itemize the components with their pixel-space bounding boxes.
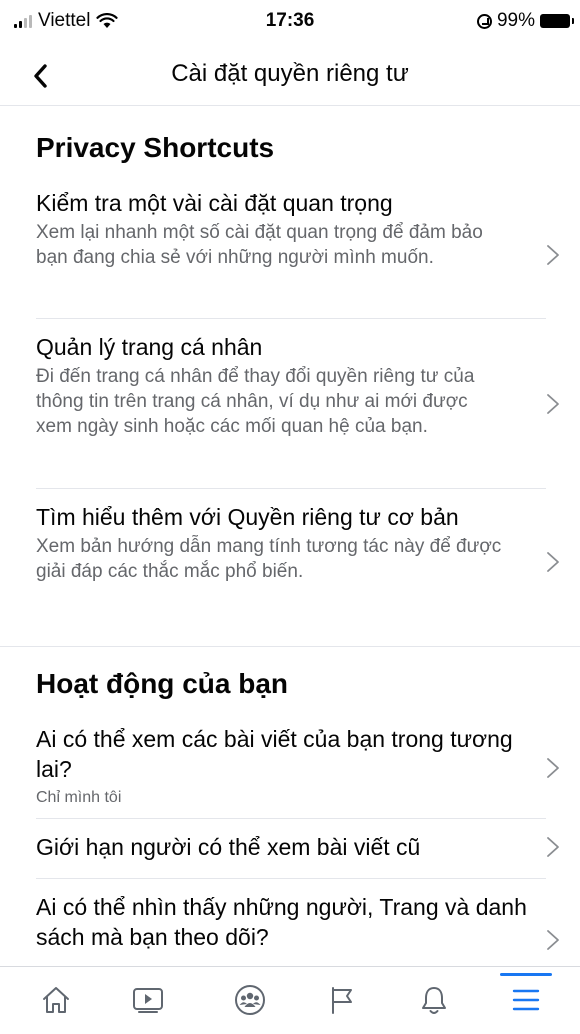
notifications-bell-icon [422,987,446,1014]
groups-icon [235,985,265,1015]
tab-pages[interactable] [312,975,372,1025]
item-title: Ai có thể xem các bài viết của bạn trong… [36,726,513,782]
item-title: Kiểm tra một vài cài đặt quan trọng [36,190,393,216]
tab-menu[interactable] [496,973,556,1025]
battery-percent: 99% [496,10,535,31]
chevron-right-icon [547,245,559,265]
item-check-important-settings[interactable]: Kiểm tra một vài cài đặt quan trọng Xem … [36,188,559,270]
nav-bar: Cài đặt quyền riêng tư [0,44,580,106]
page-title: Cài đặt quyền riêng tư [171,60,409,87]
active-tab-indicator [500,973,552,976]
settings-content[interactable]: Privacy Shortcuts Kiểm tra một vài cài đ… [0,106,580,966]
status-right: 99% [476,10,574,32]
item-description: Xem bản hướng dẫn mang tính tương tác nà… [36,536,502,582]
chevron-right-icon [547,837,559,857]
divider [36,318,546,319]
item-title: Tìm hiểu thêm với Quyền riêng tư cơ bản [36,504,459,530]
item-title: Quản lý trang cá nhân [36,334,263,360]
item-who-sees-following[interactable]: Ai có thể nhìn thấy những người, Trang v… [36,892,559,952]
section-divider [0,646,580,647]
divider [36,488,546,489]
tab-groups[interactable] [220,975,280,1025]
watch-icon [133,988,163,1013]
chevron-right-icon [547,552,559,572]
item-description: Xem lại nhanh một số cài đặt quan trọng … [36,222,483,268]
item-description: Đi đến trang cá nhân để thay đổi quyền r… [36,366,475,437]
tab-home[interactable] [26,975,86,1025]
chevron-right-icon [547,394,559,414]
battery-icon [540,14,574,28]
item-limit-past-posts[interactable]: Giới hạn người có thể xem bài viết cũ [36,832,559,862]
chevron-right-icon [547,758,559,778]
item-title: Ai có thể nhìn thấy những người, Trang v… [36,894,527,950]
item-current-value: Chỉ mình tôi [36,789,122,806]
orientation-lock-icon [476,13,492,29]
status-bar: Viettel 17:36 99% [0,0,580,44]
section-heading-your-activity: Hoạt động của bạn [36,668,288,699]
pages-flag-icon [332,987,352,1014]
chevron-right-icon [547,930,559,950]
divider [36,818,546,819]
divider [36,878,546,879]
bottom-tab-bar [0,966,580,1034]
tab-notifications[interactable] [404,975,464,1025]
item-privacy-basics[interactable]: Tìm hiểu thêm với Quyền riêng tư cơ bản … [36,502,559,584]
home-icon [43,987,69,1013]
tab-watch[interactable] [118,975,178,1025]
section-heading-privacy-shortcuts: Privacy Shortcuts [36,132,275,163]
item-title: Giới hạn người có thể xem bài viết cũ [36,834,421,860]
menu-icon [512,989,540,1011]
item-future-posts-audience[interactable]: Ai có thể xem các bài viết của bạn trong… [36,724,559,809]
item-manage-profile[interactable]: Quản lý trang cá nhân Đi đến trang cá nh… [36,332,559,439]
